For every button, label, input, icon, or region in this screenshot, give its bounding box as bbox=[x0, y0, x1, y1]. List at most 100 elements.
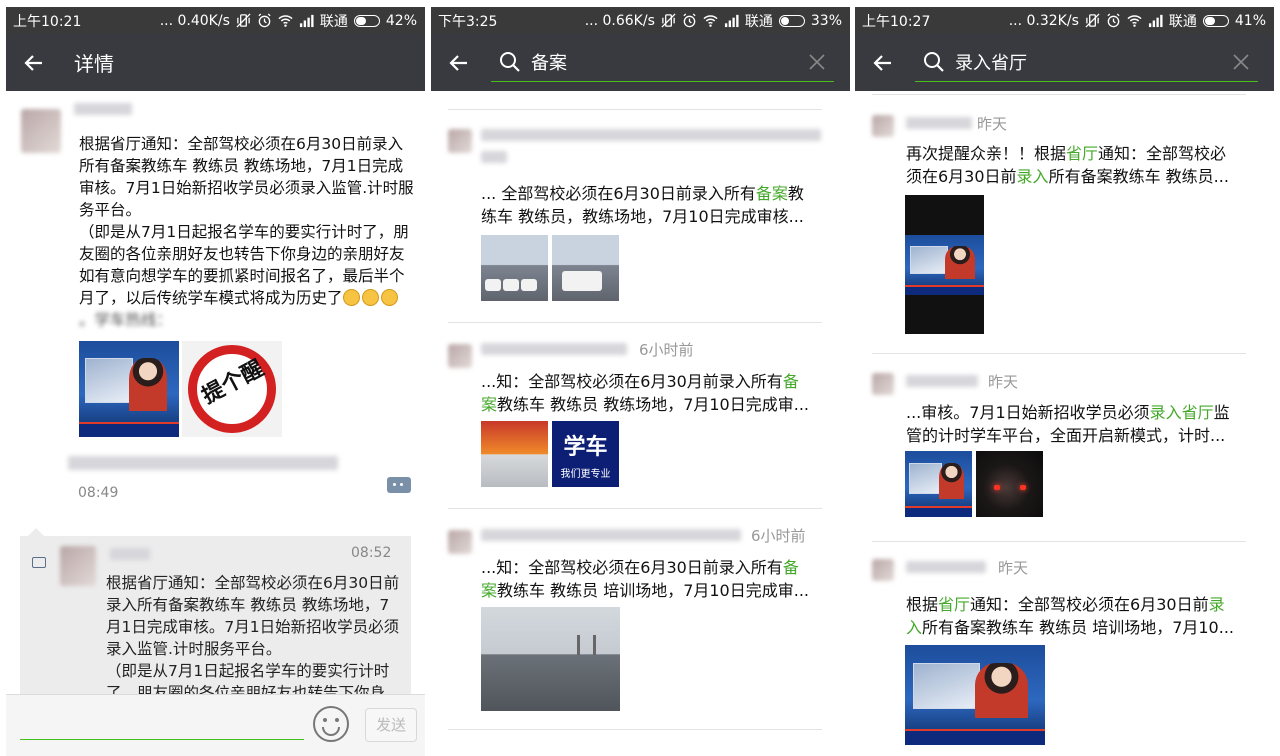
result-text-line: 管的计时学车平台，全面开启新模式，计时... bbox=[906, 426, 1226, 445]
vibrate-icon bbox=[236, 13, 251, 28]
post-image-news[interactable] bbox=[79, 341, 179, 437]
toolbar bbox=[855, 34, 1274, 91]
vibrate-icon bbox=[661, 13, 676, 28]
search-input[interactable] bbox=[953, 50, 1217, 74]
divider bbox=[448, 109, 822, 110]
result-image: 学车 我们更专业 bbox=[552, 421, 619, 487]
result-image bbox=[552, 235, 619, 301]
result-text-line: ... 全部驾校必须在6月30日前录入所有备案教 bbox=[481, 184, 804, 203]
promo-title: 学车 bbox=[563, 435, 608, 460]
author-name[interactable] bbox=[74, 103, 132, 115]
divider bbox=[872, 353, 1246, 354]
comment-button-icon[interactable] bbox=[387, 477, 411, 493]
post-text: 根据省厅通知：全部驾校必须在6月30日前录入所有备案教练车 教练员 教练场地，7… bbox=[79, 133, 415, 331]
post-image-reminder[interactable]: 提个醒 bbox=[182, 341, 282, 437]
smile-emoji-icon bbox=[361, 289, 379, 306]
avatar[interactable] bbox=[21, 109, 61, 153]
divider bbox=[448, 729, 822, 730]
network-speed: ... 0.32K/s bbox=[1008, 12, 1079, 29]
back-arrow-icon[interactable] bbox=[22, 51, 46, 75]
divider bbox=[872, 541, 1246, 542]
search-bar bbox=[915, 44, 1258, 82]
send-button[interactable]: 发送 bbox=[365, 708, 417, 742]
comment-input-bar: 发送 bbox=[6, 694, 425, 756]
post-trail-text: 。学车热线： bbox=[79, 311, 173, 329]
avatar bbox=[448, 530, 472, 554]
back-arrow-icon[interactable] bbox=[871, 51, 895, 75]
carrier-name: 联通 bbox=[319, 13, 348, 30]
result-time: 昨天 bbox=[988, 373, 1019, 391]
author-name bbox=[906, 561, 986, 573]
author-name bbox=[481, 151, 507, 163]
clear-icon[interactable] bbox=[808, 53, 826, 71]
author-name bbox=[906, 117, 972, 129]
commenter-avatar[interactable] bbox=[60, 546, 96, 586]
wifi-icon bbox=[278, 13, 293, 28]
network-speed: ... 0.40K/s bbox=[159, 12, 230, 29]
status-time: 上午10:27 bbox=[862, 13, 931, 30]
back-arrow-icon[interactable] bbox=[447, 51, 471, 75]
alarm-icon bbox=[682, 13, 697, 28]
promo-subtitle: 我们更专业 bbox=[560, 469, 611, 480]
search-screen-luru-shengting: 上午10:27 ... 0.32K/s 联通 41% 昨天 再次提醒众亲！！根据… bbox=[855, 7, 1274, 756]
status-bar: 下午3:25 ... 0.66K/s 联通 33% bbox=[431, 7, 850, 34]
post-paragraph: 根据省厅通知：全部驾校必须在6月30日前录入所有备案教练车 教练员 教练场地，7… bbox=[79, 135, 414, 219]
search-input[interactable] bbox=[529, 50, 793, 74]
result-text-line: 案教练车 教练员 培训场地，7月10日完成审... bbox=[481, 581, 809, 600]
result-video-thumbnail bbox=[905, 195, 984, 334]
toolbar bbox=[431, 34, 850, 91]
search-screen-beian: 下午3:25 ... 0.66K/s 联通 33% ... 全部驾校必须在6月3… bbox=[431, 7, 850, 756]
status-bar: 上午10:27 ... 0.32K/s 联通 41% bbox=[855, 7, 1274, 34]
toolbar: 详情 bbox=[6, 34, 425, 91]
status-bar: 上午10:21 ... 0.40K/s 联通 42% bbox=[6, 7, 425, 34]
post-time: 08:49 bbox=[78, 485, 119, 501]
result-image bbox=[905, 645, 1045, 745]
battery-percent: 42% bbox=[385, 12, 417, 29]
battery-icon bbox=[353, 14, 380, 27]
author-name bbox=[481, 129, 821, 141]
wifi-icon bbox=[1127, 13, 1142, 28]
page-title: 详情 bbox=[74, 52, 114, 76]
search-bar bbox=[491, 44, 834, 82]
carrier-name: 联通 bbox=[1168, 13, 1197, 30]
result-text-line: ...知：全部驾校必须在6月30日前录入所有备 bbox=[481, 558, 799, 577]
alarm-icon bbox=[1106, 13, 1121, 28]
clear-icon[interactable] bbox=[1232, 53, 1250, 71]
author-name bbox=[481, 343, 627, 355]
vibrate-icon bbox=[1085, 13, 1100, 28]
result-time: 6小时前 bbox=[751, 527, 806, 545]
commenter-name[interactable] bbox=[110, 548, 150, 560]
smile-emoji-icon bbox=[380, 289, 398, 306]
battery-icon bbox=[778, 14, 805, 27]
comment-time: 08:52 bbox=[351, 545, 392, 561]
search-icon bbox=[499, 51, 521, 73]
result-text-line: 入所有备案教练车 教练员 培训场地，7月10... bbox=[906, 618, 1234, 637]
moments-detail-screen: 上午10:21 ... 0.40K/s 联通 42% 详情 根据省厅通知：全部驾… bbox=[6, 7, 425, 756]
status-time: 下午3:25 bbox=[438, 13, 498, 30]
avatar bbox=[872, 559, 894, 581]
result-image bbox=[481, 421, 548, 487]
avatar bbox=[872, 115, 894, 137]
author-name bbox=[906, 375, 978, 387]
signal-icon bbox=[299, 13, 314, 28]
result-text-line: 根据省厅通知：全部驾校必须在6月30日前录 bbox=[906, 595, 1225, 614]
result-time: 昨天 bbox=[977, 115, 1008, 133]
comment-paragraph: 根据省厅通知：全部驾校必须在6月30日前录入所有备案教练车 教练员 教练场地，7… bbox=[106, 574, 400, 658]
result-text-line: 案教练车 教练员 教练场地，7月10日完成审... bbox=[481, 395, 809, 414]
battery-percent: 41% bbox=[1234, 12, 1266, 29]
carrier-name: 联通 bbox=[744, 13, 773, 30]
divider bbox=[448, 508, 822, 509]
comment-input[interactable] bbox=[20, 739, 304, 740]
emoji-button-icon[interactable] bbox=[312, 705, 350, 743]
result-text-line: 练车 教练员，教练场地，7月10日完成审核... bbox=[481, 207, 804, 226]
result-text-line: 须在6月30日前录入所有备案教练车 教练员... bbox=[906, 167, 1229, 186]
comment-text: 根据省厅通知：全部驾校必须在6月30日前录入所有备案教练车 教练员 教练场地，7… bbox=[106, 572, 400, 704]
result-image bbox=[976, 451, 1043, 517]
avatar bbox=[872, 373, 894, 395]
result-text-line: ...审核。7月1日始新招收学员必须录入省厅监 bbox=[906, 403, 1230, 422]
smile-emoji-icon bbox=[342, 289, 360, 306]
avatar bbox=[448, 129, 472, 153]
result-text-line: ...知：全部驾校必须在6月30月前录入所有备 bbox=[481, 372, 799, 391]
location-text bbox=[68, 456, 338, 470]
result-text-line: 再次提醒众亲！！根据省厅通知：全部驾校必 bbox=[906, 144, 1227, 163]
